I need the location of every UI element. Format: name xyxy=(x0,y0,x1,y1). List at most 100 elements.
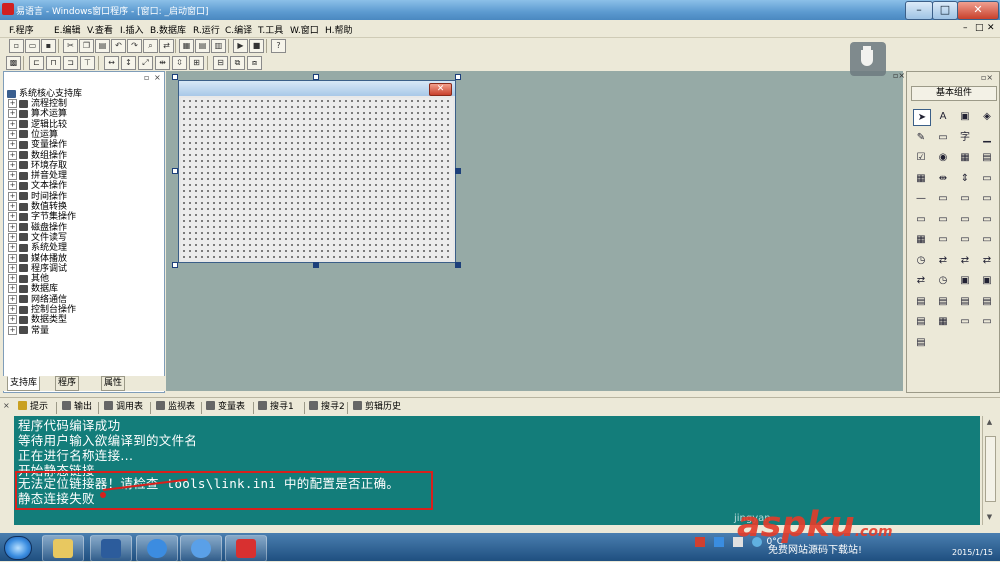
component-icon[interactable]: ⇄ xyxy=(957,253,973,268)
menu-tools[interactable]: T.工具 xyxy=(258,23,283,36)
resize-handle[interactable] xyxy=(313,262,319,268)
expand-icon[interactable]: + xyxy=(8,119,17,129)
tree-item[interactable]: + 文本操作 xyxy=(8,181,67,191)
tree-item[interactable]: + 程序调试 xyxy=(8,263,67,274)
layout-3-icon[interactable]: ▥ xyxy=(211,39,226,53)
usb-device-icon[interactable] xyxy=(850,42,886,76)
panel-pin-icon[interactable]: ▫ xyxy=(144,73,149,82)
tray-app-icon[interactable] xyxy=(713,537,724,547)
expand-icon[interactable]: + xyxy=(8,243,17,253)
expand-icon[interactable]: + xyxy=(8,263,17,273)
component-icon[interactable]: ⇕ xyxy=(957,171,973,186)
tab-support-library[interactable]: 支持库 xyxy=(7,376,41,391)
component-icon[interactable]: — xyxy=(913,191,929,206)
component-icon[interactable]: ▭ xyxy=(979,171,995,186)
align-center-icon[interactable]: ⊓ xyxy=(46,56,61,70)
component-icon[interactable]: 字 xyxy=(957,130,973,145)
component-icon[interactable]: ▭ xyxy=(979,212,995,227)
tree-item[interactable]: + 环境存取 xyxy=(8,160,67,171)
maximize-button[interactable]: □ xyxy=(932,1,958,20)
start-button[interactable] xyxy=(4,536,32,560)
component-icon[interactable]: ▤ xyxy=(957,294,973,309)
expand-icon[interactable]: + xyxy=(8,191,17,201)
layout-1-icon[interactable]: ▦ xyxy=(179,39,194,53)
scroll-thumb[interactable] xyxy=(985,436,996,502)
same-size-icon[interactable]: ⤢ xyxy=(138,56,153,70)
tree-item[interactable]: + 磁盘操作 xyxy=(8,222,67,233)
expand-icon[interactable]: + xyxy=(8,140,17,150)
grid-icon[interactable]: ▩ xyxy=(6,56,21,70)
tab-variables[interactable]: 变量表 xyxy=(206,401,245,414)
order-front-icon[interactable]: ⧉ xyxy=(230,56,245,70)
component-icon[interactable]: ⇄ xyxy=(935,253,951,268)
center-h-icon[interactable]: ⊞ xyxy=(189,56,204,70)
design-form-window[interactable]: ✕ xyxy=(178,80,456,263)
expand-icon[interactable]: + xyxy=(8,129,17,139)
resize-handle[interactable] xyxy=(455,74,461,80)
h-space-icon[interactable]: ⇹ xyxy=(155,56,170,70)
doc-minimize-button[interactable]: – xyxy=(963,23,968,33)
tree-item[interactable]: + 常量 xyxy=(8,325,49,336)
output-pin-icon[interactable]: × xyxy=(3,401,10,410)
component-icon[interactable]: ▣ xyxy=(979,273,995,288)
resize-handle[interactable] xyxy=(455,262,461,268)
taskbar-app-2[interactable] xyxy=(90,535,132,562)
menu-edit[interactable]: E.编辑 xyxy=(54,23,81,36)
copy-icon[interactable]: ❐ xyxy=(79,39,94,53)
component-icon[interactable]: ▭ xyxy=(913,212,929,227)
tray-app-icon[interactable] xyxy=(695,537,705,547)
tab-clipboard-history[interactable]: 剪辑历史 xyxy=(353,401,401,414)
expand-icon[interactable]: + xyxy=(8,294,17,304)
tree-item[interactable]: + 媒体播放 xyxy=(8,253,67,264)
resize-handle[interactable] xyxy=(313,74,319,80)
tree-item[interactable]: + 控制台操作 xyxy=(8,305,76,315)
component-icon[interactable]: ▭ xyxy=(935,191,951,206)
tab-program[interactable]: 程序 xyxy=(55,376,80,391)
component-icon[interactable]: A xyxy=(935,109,951,124)
menu-help[interactable]: H.帮助 xyxy=(325,23,352,36)
component-icon[interactable]: ▦ xyxy=(913,232,929,247)
minimize-button[interactable]: – xyxy=(905,1,933,20)
doc-restore-button[interactable]: □ xyxy=(975,23,984,33)
resize-handle[interactable] xyxy=(172,74,178,80)
scroll-down-icon[interactable]: ▼ xyxy=(985,513,994,522)
component-icon[interactable]: ▭ xyxy=(979,191,995,206)
align-top-icon[interactable]: ⊤ xyxy=(80,56,95,70)
component-icon[interactable]: ▤ xyxy=(979,150,995,165)
component-icon[interactable]: ▦ xyxy=(935,314,951,329)
component-icon[interactable]: ▭ xyxy=(935,212,951,227)
form-grid[interactable] xyxy=(181,98,453,260)
expand-icon[interactable]: + xyxy=(8,253,17,263)
tree-item[interactable]: + 其他 xyxy=(8,274,49,284)
menu-program[interactable]: F.程序 xyxy=(9,23,34,36)
same-height-icon[interactable]: ↕ xyxy=(121,56,136,70)
component-icon[interactable]: ▦ xyxy=(957,150,973,165)
taskbar-ie[interactable] xyxy=(136,535,178,562)
close-button[interactable]: ✕ xyxy=(957,1,999,20)
resize-handle[interactable] xyxy=(172,262,178,268)
tree-item[interactable]: + 算术运算 xyxy=(8,109,67,119)
cut-icon[interactable]: ✂ xyxy=(63,39,78,53)
redo-icon[interactable]: ↷ xyxy=(127,39,142,53)
resize-handle[interactable] xyxy=(455,168,461,174)
panel-close-icon[interactable]: × xyxy=(154,73,161,82)
v-space-icon[interactable]: ⇳ xyxy=(172,56,187,70)
component-icon[interactable]: ▣ xyxy=(957,273,973,288)
open-icon[interactable]: ▭ xyxy=(25,39,40,53)
designer-pin-icon[interactable]: ▫× xyxy=(893,71,905,80)
tab-hint[interactable]: 提示 xyxy=(18,401,48,414)
run-icon[interactable]: ▶ xyxy=(233,39,248,53)
expand-icon[interactable]: + xyxy=(8,202,17,211)
find-icon[interactable]: ⌕ xyxy=(143,39,158,53)
menu-insert[interactable]: I.插入 xyxy=(120,23,144,36)
tree-item[interactable]: + 拼音处理 xyxy=(8,171,67,181)
center-v-icon[interactable]: ⊟ xyxy=(213,56,228,70)
component-icon[interactable]: ▣ xyxy=(957,109,973,124)
tree-item[interactable]: + 数组操作 xyxy=(8,150,67,161)
output-scrollbar[interactable]: ▲ ▼ xyxy=(982,416,997,525)
tab-properties[interactable]: 属性 xyxy=(101,376,126,391)
resize-handle[interactable] xyxy=(172,168,178,174)
menu-database[interactable]: B.数据库 xyxy=(150,23,186,36)
component-icon[interactable]: ⇹ xyxy=(935,171,951,186)
menu-run[interactable]: R.运行 xyxy=(193,23,220,36)
